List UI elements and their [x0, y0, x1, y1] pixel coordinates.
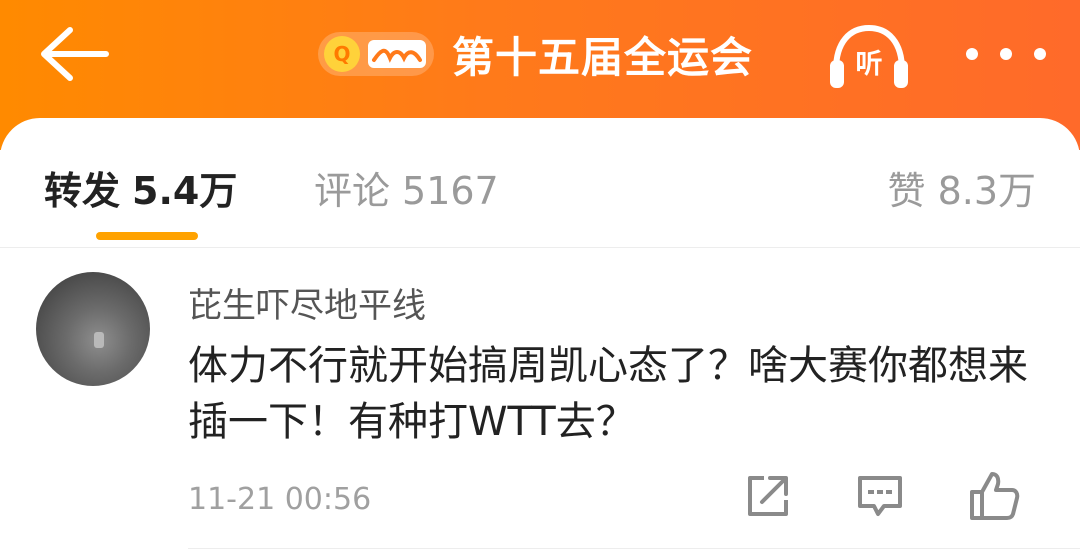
tab-like-count: 8.3万	[937, 169, 1036, 213]
divider	[188, 548, 1080, 549]
active-tab-indicator	[96, 232, 198, 240]
more-dots-icon	[966, 48, 978, 60]
like-thumb-icon	[970, 472, 1020, 520]
tab-comment-count: 5167	[402, 169, 499, 213]
share-icon	[748, 476, 788, 516]
username[interactable]: 芘生吓尽地平线	[188, 278, 426, 327]
tab-comment[interactable]: 评论 5167	[314, 160, 499, 215]
tab-repost[interactable]: 转发 5.4万	[44, 160, 237, 215]
more-button[interactable]	[966, 36, 1046, 72]
comment-panel: 转发 5.4万 评论 5167 赞 8.3万 芘生吓尽地平线 体力不行就开始搞周凯心态…	[0, 118, 1080, 557]
list-item: 芘生吓尽地平线 体力不行就开始搞周凯心态了？啥大赛你都想来插一下！有种打WTT去…	[0, 248, 1080, 557]
avatar[interactable]	[36, 272, 150, 386]
listen-button[interactable]: 听	[826, 20, 912, 92]
search-topic-badge-icon[interactable]: Q	[318, 32, 434, 76]
reply-icon	[858, 476, 902, 516]
title-area: Q 第十五届全运会	[318, 22, 753, 86]
back-button[interactable]	[36, 22, 112, 86]
listen-label: 听	[855, 49, 883, 80]
tab-repost-count: 5.4万	[132, 169, 238, 213]
like-button[interactable]	[964, 466, 1024, 526]
tab-like-label: 赞	[887, 169, 926, 213]
tab-comment-label: 评论	[314, 169, 391, 213]
tab-bar: 转发 5.4万 评论 5167 赞 8.3万	[0, 118, 1080, 248]
timestamp: 11-21 00:56	[188, 482, 372, 517]
tab-repost-label: 转发	[44, 169, 121, 213]
page-title: 第十五届全运会	[452, 32, 754, 82]
comment-text: 体力不行就开始搞周凯心态了？啥大赛你都想来插一下！有种打WTT去？	[188, 343, 1028, 445]
arrow-left-icon	[41, 27, 109, 81]
reply-button[interactable]	[850, 466, 910, 526]
share-button[interactable]	[738, 466, 798, 526]
tab-like[interactable]: 赞 8.3万	[888, 160, 1036, 215]
